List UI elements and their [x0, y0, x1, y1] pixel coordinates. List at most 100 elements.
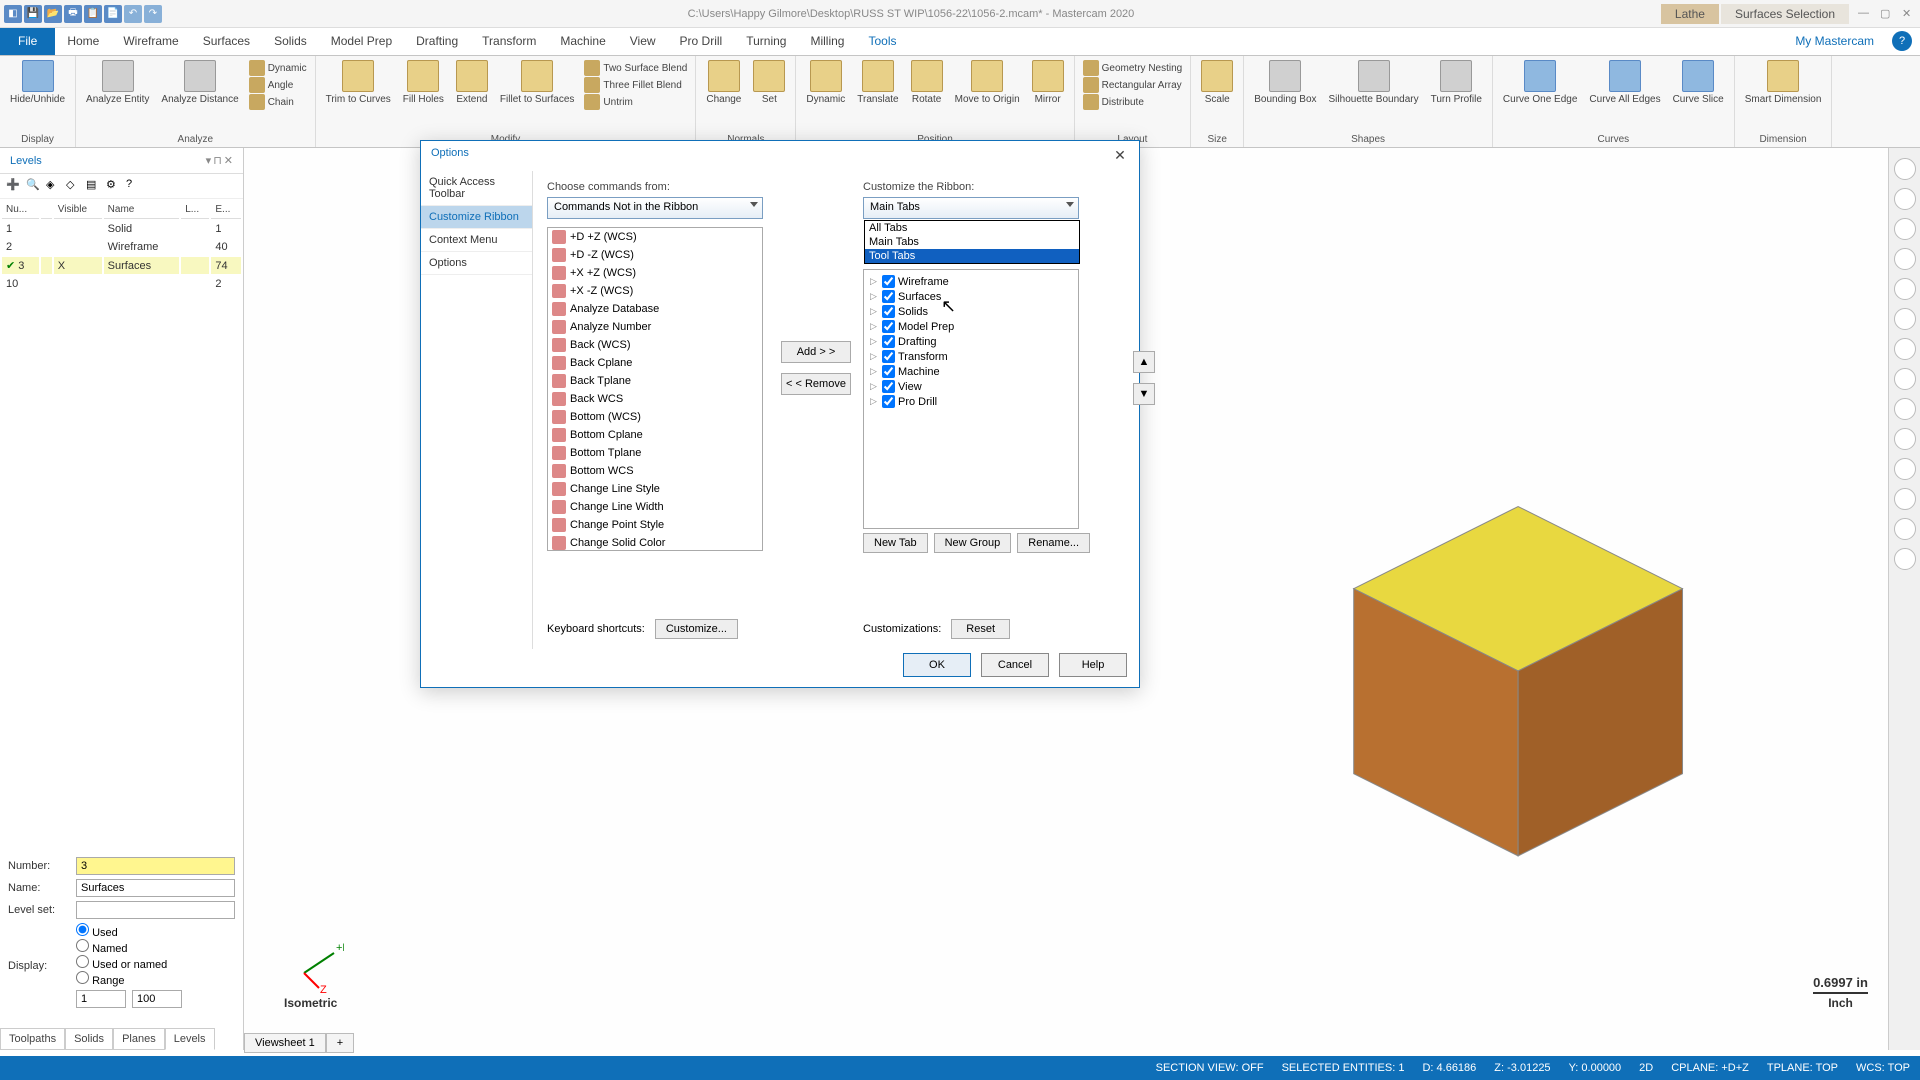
command-item[interactable]: Back WCS	[548, 390, 762, 408]
tab-solids[interactable]: Solids	[262, 28, 319, 55]
command-item[interactable]: Bottom Cplane	[548, 426, 762, 444]
move-down-button[interactable]: ▼	[1133, 383, 1155, 405]
rail-icon[interactable]	[1894, 158, 1916, 180]
status-2d[interactable]: 2D	[1639, 1062, 1653, 1074]
curve-slice-button[interactable]: Curve Slice	[1669, 58, 1728, 107]
two-surface-blend-button[interactable]: Two Surface Blend	[584, 60, 687, 76]
mirror-button[interactable]: Mirror	[1028, 58, 1068, 107]
tab-machine[interactable]: Machine	[548, 28, 617, 55]
fillet-button[interactable]: Fillet to Surfaces	[496, 58, 578, 107]
level-name-input[interactable]	[76, 879, 235, 897]
dropdown-all-tabs[interactable]: All Tabs	[865, 221, 1079, 235]
rotate-button[interactable]: Rotate	[907, 58, 947, 107]
close-icon[interactable]: ✕	[1902, 7, 1916, 21]
hide-unhide-button[interactable]: Hide/Unhide	[6, 58, 69, 107]
extend-button[interactable]: Extend	[452, 58, 492, 107]
display-range-radio[interactable]	[76, 971, 89, 984]
qat-save-icon[interactable]: 💾	[24, 5, 42, 23]
rail-icon[interactable]	[1894, 368, 1916, 390]
table-row[interactable]: 2Wireframe40	[2, 239, 241, 255]
tree-item[interactable]: ▷ Pro Drill	[868, 394, 1074, 409]
display-named-radio[interactable]	[76, 939, 89, 952]
command-item[interactable]: Back Tplane	[548, 372, 762, 390]
rail-icon[interactable]	[1894, 518, 1916, 540]
set-normals-button[interactable]: Set	[749, 58, 789, 107]
rail-icon[interactable]	[1894, 458, 1916, 480]
dropdown-main-tabs[interactable]: Main Tabs	[865, 235, 1079, 249]
command-item[interactable]: +X +Z (WCS)	[548, 264, 762, 282]
dialog-close-icon[interactable]: ✕	[1111, 147, 1129, 165]
table-row[interactable]: ✔ 3XSurfaces74	[2, 257, 241, 274]
qat-paste-icon[interactable]: 📄	[104, 5, 122, 23]
command-item[interactable]: Bottom Tplane	[548, 444, 762, 462]
rail-icon[interactable]	[1894, 338, 1916, 360]
viewsheet-1-tab[interactable]: Viewsheet 1	[244, 1033, 326, 1053]
nav-context-menu[interactable]: Context Menu	[421, 229, 532, 252]
reset-button[interactable]: Reset	[951, 619, 1010, 639]
dynamic-pos-button[interactable]: Dynamic	[802, 58, 849, 107]
command-item[interactable]: Change Line Width	[548, 498, 762, 516]
qat-print-icon[interactable]: 🖶	[64, 5, 82, 23]
range-from-input[interactable]	[76, 990, 126, 1008]
qat-new-icon[interactable]: ◧	[4, 5, 22, 23]
curve-one-button[interactable]: Curve One Edge	[1499, 58, 1582, 107]
display-usedornamed-radio[interactable]	[76, 955, 89, 968]
choose-commands-combo[interactable]: Commands Not in the Ribbon	[547, 197, 763, 219]
tab-tools[interactable]: Tools	[856, 28, 908, 55]
table-row[interactable]: 102	[2, 276, 241, 292]
level-number-input[interactable]	[76, 857, 235, 875]
minimize-icon[interactable]: —	[1858, 7, 1872, 21]
chain-button[interactable]: Chain	[249, 94, 307, 110]
level-set-input[interactable]	[76, 901, 235, 919]
panel-pin-icon[interactable]: ⊓	[213, 154, 222, 167]
tree-item[interactable]: ▷ Model Prep	[868, 319, 1074, 334]
change-normals-button[interactable]: Change	[702, 58, 745, 107]
tree-item[interactable]: ▷ Surfaces	[868, 289, 1074, 304]
tab-wireframe[interactable]: Wireframe	[111, 28, 190, 55]
status-tplane[interactable]: TPLANE: TOP	[1767, 1062, 1838, 1074]
tree-item[interactable]: ▷ Wireframe	[868, 274, 1074, 289]
command-item[interactable]: +D -Z (WCS)	[548, 246, 762, 264]
new-group-button[interactable]: New Group	[934, 533, 1012, 553]
table-row[interactable]: 1Solid1	[2, 221, 241, 237]
bounding-box-button[interactable]: Bounding Box	[1250, 58, 1320, 107]
add-level-icon[interactable]: ➕	[6, 178, 22, 194]
dynamic-button[interactable]: Dynamic	[249, 60, 307, 76]
status-wcs[interactable]: WCS: TOP	[1856, 1062, 1910, 1074]
translate-button[interactable]: Translate	[853, 58, 902, 107]
qat-clip-icon[interactable]: 📋	[84, 5, 102, 23]
tab-milling[interactable]: Milling	[798, 28, 856, 55]
display-used-radio[interactable]	[76, 923, 89, 936]
customize-ribbon-combo[interactable]: Main Tabs All Tabs Main Tabs Tool Tabs	[863, 197, 1079, 219]
rail-icon[interactable]	[1894, 218, 1916, 240]
command-item[interactable]: Change Solid Color	[548, 534, 762, 551]
my-mastercam-link[interactable]: My Mastercam	[1785, 28, 1884, 55]
layers-icon[interactable]: ◈	[46, 178, 62, 194]
command-item[interactable]: +X -Z (WCS)	[548, 282, 762, 300]
range-to-input[interactable]	[132, 990, 182, 1008]
untrim-button[interactable]: Untrim	[584, 94, 687, 110]
tab-home[interactable]: Home	[55, 28, 111, 55]
tab-drafting[interactable]: Drafting	[404, 28, 470, 55]
angle-button[interactable]: Angle	[249, 77, 307, 93]
rename-button[interactable]: Rename...	[1017, 533, 1090, 553]
layers2-icon[interactable]: ◇	[66, 178, 82, 194]
tree-item[interactable]: ▷ Drafting	[868, 334, 1074, 349]
command-item[interactable]: Analyze Number	[548, 318, 762, 336]
help-button[interactable]: Help	[1059, 653, 1127, 677]
command-item[interactable]: Bottom WCS	[548, 462, 762, 480]
panel-dropdown-icon[interactable]: ▾	[206, 154, 212, 167]
rail-icon[interactable]	[1894, 248, 1916, 270]
ok-button[interactable]: OK	[903, 653, 971, 677]
nav-qat[interactable]: Quick Access Toolbar	[421, 171, 532, 206]
status-cplane[interactable]: CPLANE: +D+Z	[1671, 1062, 1749, 1074]
tab-toolpaths[interactable]: Toolpaths	[0, 1028, 65, 1050]
command-item[interactable]: Change Point Style	[548, 516, 762, 534]
filter-icon[interactable]: ▤	[86, 178, 102, 194]
customize-shortcuts-button[interactable]: Customize...	[655, 619, 738, 639]
new-tab-button[interactable]: New Tab	[863, 533, 928, 553]
tab-prodrill[interactable]: Pro Drill	[668, 28, 735, 55]
context-tab-surfaces[interactable]: Surfaces Selection	[1721, 4, 1849, 24]
tab-levels[interactable]: Levels	[165, 1028, 215, 1050]
tab-modelprep[interactable]: Model Prep	[319, 28, 404, 55]
